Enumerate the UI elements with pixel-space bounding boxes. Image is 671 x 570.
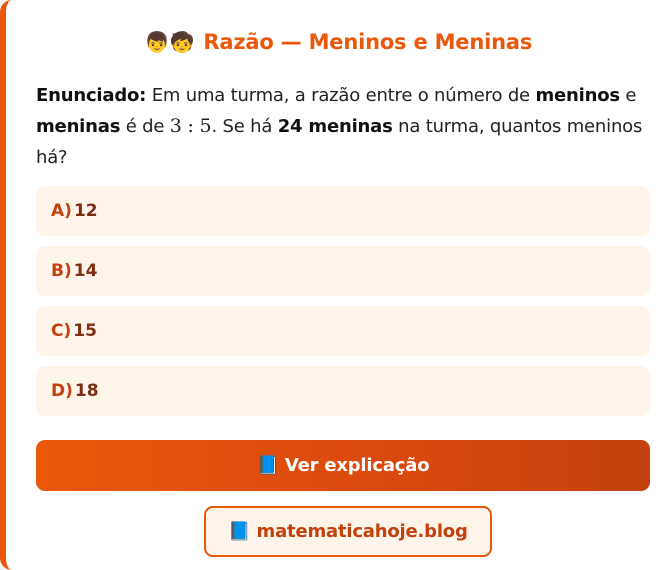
statement-bold: meninos	[535, 85, 620, 106]
option-letter: B)	[51, 261, 72, 281]
option-letter: A)	[51, 201, 72, 221]
book-icon: 📘	[228, 521, 251, 542]
option-value: 12	[73, 201, 98, 221]
show-explanation-label: Ver explicação	[284, 455, 430, 476]
card-title: 👦🧒 Razão — Meninos e Meninas	[6, 30, 671, 54]
option-letter: D)	[51, 381, 73, 401]
statement-text: e	[619, 85, 637, 106]
statement-bold: meninas	[36, 116, 121, 137]
ratio-math: 3 : 5	[169, 115, 212, 137]
boy-girl-emoji-icon: 👦🧒	[144, 30, 195, 54]
option-value: 14	[73, 261, 98, 281]
option-letter: C)	[51, 321, 72, 341]
option-c[interactable]: C) 15	[36, 306, 650, 356]
problem-statement: Enunciado: Em uma turma, a razão entre o…	[36, 80, 647, 173]
statement-text: Em uma turma, a razão entre o número de	[146, 85, 536, 106]
option-d[interactable]: D) 18	[36, 366, 650, 416]
show-explanation-button[interactable]: 📘 Ver explicação	[36, 440, 650, 491]
option-value: 18	[74, 381, 99, 401]
title-text: Razão — Meninos e Meninas	[203, 30, 533, 54]
option-b[interactable]: B) 14	[36, 246, 650, 296]
option-a[interactable]: A) 12	[36, 186, 650, 236]
blog-link[interactable]: 📘 matematicahoje.blog	[204, 506, 492, 557]
question-card: 👦🧒 Razão — Meninos e Meninas Enunciado: …	[0, 0, 671, 570]
blog-link-label: matematicahoje.blog	[256, 521, 468, 542]
option-value: 15	[73, 321, 97, 341]
statement-label: Enunciado:	[36, 85, 147, 106]
statement-text: . Se há	[211, 116, 278, 137]
statement-bold: 24 meninas	[277, 116, 393, 137]
statement-text: é de	[120, 116, 170, 137]
book-icon: 📘	[256, 455, 279, 476]
